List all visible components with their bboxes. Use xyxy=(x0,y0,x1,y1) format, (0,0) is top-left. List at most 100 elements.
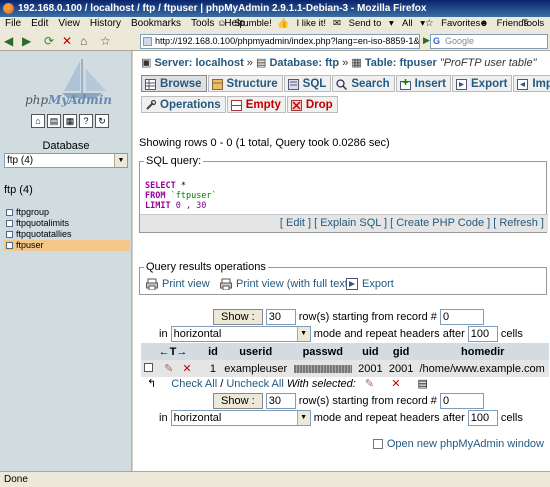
new-window-link[interactable]: Open new phpMyAdmin window xyxy=(372,438,544,450)
window-controls[interactable] xyxy=(510,0,550,17)
row-checkbox[interactable] xyxy=(144,363,153,372)
sql-keyword: LIMIT xyxy=(145,201,171,211)
check-separator: / xyxy=(217,378,227,390)
forward-icon[interactable]: ▶ xyxy=(22,33,31,49)
rows-input[interactable]: 30 xyxy=(265,309,296,325)
sendto-button[interactable]: ✉ Send to ▾ xyxy=(328,17,399,31)
in-text: in xyxy=(159,327,168,340)
show-button[interactable]: Show : xyxy=(213,309,263,325)
table-icon[interactable] xyxy=(6,209,13,216)
reload-icon[interactable]: ⟳ xyxy=(44,33,54,49)
menu-history[interactable]: History xyxy=(85,17,126,31)
edit-icon[interactable]: ✎ xyxy=(365,378,374,390)
tab-empty[interactable]: Empty xyxy=(226,96,286,113)
reload-icon[interactable]: ↻ xyxy=(95,114,109,128)
sidebar-item-ftpquotatallies[interactable]: ftpquotatallies xyxy=(4,229,130,240)
column-header-gid[interactable]: gid xyxy=(385,343,417,360)
chevron-down-icon[interactable]: ▼ xyxy=(296,327,310,341)
tab-operations[interactable]: Operations xyxy=(141,96,226,113)
bookmark-icon[interactable]: ☆ xyxy=(100,33,111,49)
tab-label: Drop xyxy=(305,99,333,111)
logo-text-php: php xyxy=(25,93,49,107)
column-header-passwd[interactable]: passwd xyxy=(290,343,356,360)
status-text: Done xyxy=(4,474,28,485)
delete-icon[interactable]: ✕ xyxy=(182,363,191,375)
delete-icon[interactable]: ✕ xyxy=(391,378,400,390)
mode-select[interactable]: horizontal ▼ xyxy=(170,326,311,342)
mode-row: in horizontal ▼ mode and repeat headers a… xyxy=(159,326,523,342)
edit-icon[interactable]: ✎ xyxy=(164,363,173,375)
table-icon[interactable] xyxy=(6,242,13,249)
print-view-full-link[interactable]: Print view (with full texts) xyxy=(220,278,357,290)
tools-button[interactable]: Tools ▾ xyxy=(512,17,550,31)
export-icon[interactable]: ▤ xyxy=(417,378,427,390)
menu-file[interactable]: File xyxy=(0,17,26,31)
sidebar-item-label: ftpuser xyxy=(16,240,44,250)
tab-structure[interactable]: Structure xyxy=(207,75,283,92)
sendto-label: Send to xyxy=(348,18,382,29)
go-icon[interactable]: ▶ xyxy=(423,32,430,48)
rows-text: row(s) starting from record # xyxy=(298,310,437,323)
start-record-input[interactable]: 0 xyxy=(439,393,484,409)
column-header-id[interactable]: id xyxy=(205,343,221,360)
sql-links[interactable]: [ Edit ] [ Explain SQL ] [ Create PHP Co… xyxy=(140,214,548,232)
menu-bookmarks[interactable]: Bookmarks xyxy=(126,17,186,31)
tab-import[interactable]: Import xyxy=(513,75,550,92)
sidebar-item-label: ftpquotalimits xyxy=(16,218,70,228)
mode-select[interactable]: horizontal ▼ xyxy=(170,410,311,426)
show-button[interactable]: Show : xyxy=(213,393,263,409)
database-heading[interactable]: ftp (4) xyxy=(4,184,33,196)
menu-view[interactable]: View xyxy=(53,17,85,31)
stop-icon[interactable]: ✕ xyxy=(62,33,72,49)
sidebar-item-ftpuser[interactable]: ftpuser xyxy=(4,240,130,251)
table-icon[interactable] xyxy=(6,231,13,238)
tab-insert[interactable]: Insert xyxy=(395,75,451,92)
sidebar-item-ftpquotalimits[interactable]: ftpquotalimits xyxy=(4,218,130,229)
home-icon[interactable]: ⌂ xyxy=(80,33,87,49)
like-label: I like it! xyxy=(296,18,327,29)
search-input[interactable]: G Google xyxy=(430,34,548,49)
repeat-input[interactable]: 100 xyxy=(467,326,498,342)
structure-icon xyxy=(211,79,223,90)
query-icon[interactable]: ▦ xyxy=(63,114,77,128)
docs-icon[interactable]: ? xyxy=(79,114,93,128)
tab-search[interactable]: Search xyxy=(332,75,395,92)
tab-label: Import xyxy=(532,78,550,90)
start-record-input[interactable]: 0 xyxy=(439,309,484,325)
url-bar[interactable]: http://192.168.0.100/phpmyadmin/index.ph… xyxy=(140,34,420,49)
chevron-down-icon[interactable]: ▼ xyxy=(114,154,127,167)
tab-label: Export xyxy=(471,78,508,90)
database-label: Database xyxy=(42,140,90,152)
home-icon[interactable]: ⌂ xyxy=(31,114,45,128)
back-icon[interactable]: ◀ xyxy=(4,33,13,49)
results-table: ←T→ id userid passwd uid gid homedir ✎ ✕… xyxy=(141,343,549,377)
column-header-uid[interactable]: uid xyxy=(355,343,386,360)
chevron-down-icon[interactable]: ▼ xyxy=(296,411,310,425)
sql-icon[interactable]: ▤ xyxy=(47,114,61,128)
tab-export[interactable]: Export xyxy=(452,75,513,92)
table-icon[interactable] xyxy=(6,220,13,227)
column-header-userid[interactable]: userid xyxy=(220,343,291,360)
print-view-link[interactable]: Print view xyxy=(146,278,210,290)
rows-input[interactable]: 30 xyxy=(265,393,296,409)
column-header-homedir[interactable]: homedir xyxy=(416,343,549,360)
menu-edit[interactable]: Edit xyxy=(26,17,53,31)
stumble-label: Stumble! xyxy=(234,18,272,29)
like-button[interactable]: 👍 I like it! xyxy=(272,17,336,31)
breadcrumb-server[interactable]: Server: localhost xyxy=(154,57,243,69)
tab-drop[interactable]: Drop xyxy=(286,96,338,113)
breadcrumb-table[interactable]: Table: ftpuser xyxy=(365,57,437,69)
table-comment: "ProFTP user table" xyxy=(439,57,537,69)
breadcrumb-database[interactable]: Database: ftp xyxy=(269,57,339,69)
sort-arrows[interactable]: ←T→ xyxy=(141,343,205,360)
uncheck-all-link[interactable]: Uncheck All xyxy=(226,378,283,390)
export-link[interactable]: Export xyxy=(346,278,394,290)
tab-sql[interactable]: SQL xyxy=(283,75,332,92)
phpmyadmin-logo[interactable]: phpMyAdmin xyxy=(10,59,122,119)
check-all-link[interactable]: Check All xyxy=(171,378,217,390)
repeat-input[interactable]: 100 xyxy=(467,410,498,426)
sidebar-item-ftpgroup[interactable]: ftpgroup xyxy=(4,207,130,218)
database-select[interactable]: ftp (4) ▼ xyxy=(4,153,128,168)
tab-browse[interactable]: Browse xyxy=(141,75,207,92)
tab-label: Search xyxy=(351,78,390,90)
